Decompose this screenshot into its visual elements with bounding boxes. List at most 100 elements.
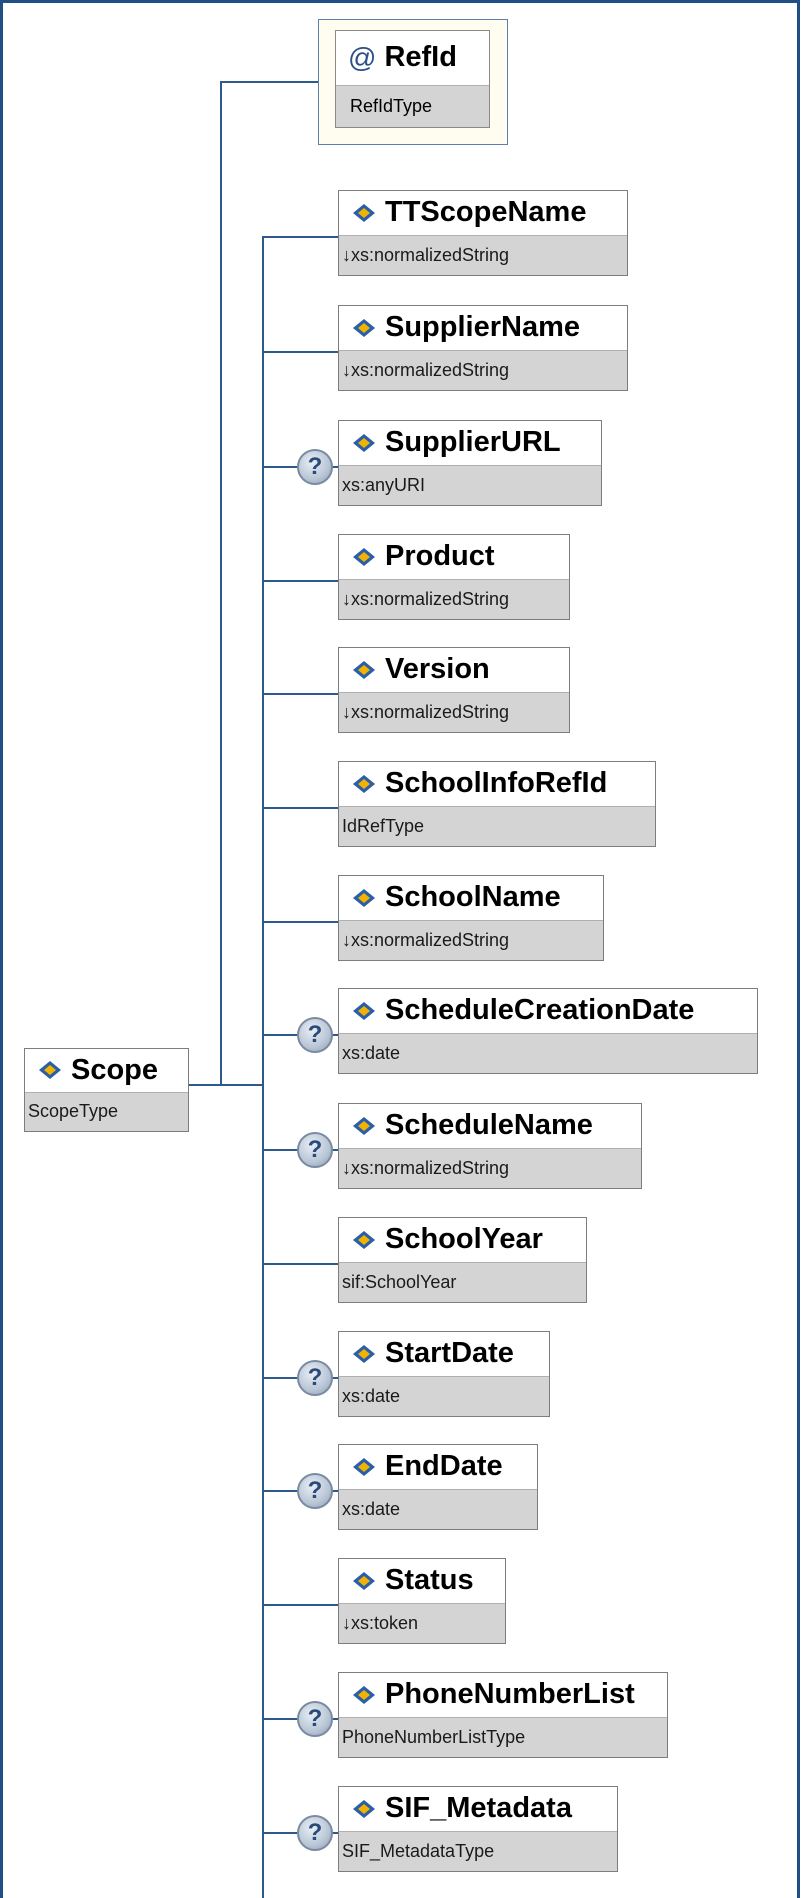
element-name: SupplierName bbox=[385, 311, 580, 344]
element-header: SupplierName bbox=[339, 306, 627, 350]
element-node[interactable]: SupplierURL xs:anyURI bbox=[338, 420, 602, 506]
element-diamond-icon bbox=[353, 1571, 375, 1590]
question-icon: ? bbox=[297, 449, 333, 485]
element-diamond-icon bbox=[353, 1001, 375, 1020]
element-diamond-icon bbox=[353, 203, 375, 222]
element-node[interactable]: Status ↓xs:token bbox=[338, 1558, 506, 1644]
element-node[interactable]: PhoneNumberList PhoneNumberListType bbox=[338, 1672, 668, 1758]
element-diamond-icon bbox=[353, 774, 375, 793]
element-diamond-icon bbox=[353, 318, 375, 337]
connector-first-child bbox=[262, 236, 338, 238]
connector-attr-vertical bbox=[220, 81, 222, 1084]
element-name: SchoolYear bbox=[385, 1223, 543, 1256]
element-type: ↓xs:normalizedString bbox=[339, 234, 627, 275]
element-header: TTScopeName bbox=[339, 191, 627, 235]
element-diamond-icon bbox=[353, 660, 375, 679]
element-name: SIF_Metadata bbox=[385, 1792, 572, 1825]
element-name: PhoneNumberList bbox=[385, 1678, 635, 1711]
root-node-scope[interactable]: Scope ScopeType bbox=[24, 1048, 189, 1132]
element-diamond-icon bbox=[39, 1061, 61, 1080]
connector-child bbox=[262, 1263, 338, 1265]
element-type: PhoneNumberListType bbox=[339, 1716, 667, 1757]
root-type: ScopeType bbox=[25, 1091, 188, 1131]
at-icon: @ bbox=[348, 41, 377, 73]
element-type: ↓xs:token bbox=[339, 1602, 505, 1643]
element-header: StartDate bbox=[339, 1332, 549, 1376]
element-diamond-icon bbox=[353, 1799, 375, 1818]
question-icon: ? bbox=[297, 1815, 333, 1851]
element-node[interactable]: SupplierName ↓xs:normalizedString bbox=[338, 305, 628, 391]
element-header: Version bbox=[339, 648, 569, 692]
element-name: Product bbox=[385, 540, 495, 573]
element-header: ScheduleName bbox=[339, 1104, 641, 1148]
element-name: SchoolInfoRefId bbox=[385, 767, 608, 800]
element-name: SupplierURL bbox=[385, 426, 561, 459]
element-node[interactable]: Product ↓xs:normalizedString bbox=[338, 534, 570, 620]
element-type: ↓xs:normalizedString bbox=[339, 919, 603, 960]
element-type: xs:anyURI bbox=[339, 464, 601, 505]
element-node[interactable]: SIF_Metadata SIF_MetadataType bbox=[338, 1786, 618, 1872]
connector-sequence-vertical bbox=[262, 236, 264, 1898]
element-header: SupplierURL bbox=[339, 421, 601, 465]
element-header: Status bbox=[339, 1559, 505, 1603]
element-name: ScheduleCreationDate bbox=[385, 994, 695, 1027]
element-diamond-icon bbox=[353, 1116, 375, 1135]
connector-child bbox=[262, 693, 338, 695]
attribute-group: @ RefId RefIdType bbox=[318, 19, 508, 145]
element-type: IdRefType bbox=[339, 805, 655, 846]
element-name: TTScopeName bbox=[385, 196, 587, 229]
element-node[interactable]: SchoolName ↓xs:normalizedString bbox=[338, 875, 604, 961]
element-node[interactable]: StartDate xs:date bbox=[338, 1331, 550, 1417]
attribute-type: RefIdType bbox=[336, 84, 489, 127]
connector-attr-horizontal bbox=[220, 81, 318, 83]
element-name: Version bbox=[385, 653, 490, 686]
element-diamond-icon bbox=[353, 433, 375, 452]
connector-root-right bbox=[188, 1084, 262, 1086]
element-diamond-icon bbox=[353, 547, 375, 566]
element-type: ↓xs:normalizedString bbox=[339, 349, 627, 390]
element-type: ↓xs:normalizedString bbox=[339, 578, 569, 619]
element-name: StartDate bbox=[385, 1337, 514, 1370]
element-type: sif:SchoolYear bbox=[339, 1261, 586, 1302]
element-type: ↓xs:normalizedString bbox=[339, 1147, 641, 1188]
element-header: ScheduleCreationDate bbox=[339, 989, 757, 1033]
element-header: Product bbox=[339, 535, 569, 579]
element-diamond-icon bbox=[353, 1457, 375, 1476]
attribute-header: @ RefId bbox=[336, 31, 489, 85]
element-node[interactable]: SchoolYear sif:SchoolYear bbox=[338, 1217, 587, 1303]
element-header: SchoolInfoRefId bbox=[339, 762, 655, 806]
element-diamond-icon bbox=[353, 1344, 375, 1363]
element-header: SchoolYear bbox=[339, 1218, 586, 1262]
question-icon: ? bbox=[297, 1701, 333, 1737]
connector-child bbox=[262, 1604, 338, 1606]
connector-child bbox=[262, 807, 338, 809]
element-diamond-icon bbox=[353, 1685, 375, 1704]
element-node[interactable]: SchoolInfoRefId IdRefType bbox=[338, 761, 656, 847]
element-node[interactable]: TTScopeName ↓xs:normalizedString bbox=[338, 190, 628, 276]
root-name: Scope bbox=[71, 1053, 159, 1086]
element-diamond-icon bbox=[353, 888, 375, 907]
element-name: SchoolName bbox=[385, 881, 561, 914]
element-header: EndDate bbox=[339, 1445, 537, 1489]
attribute-node-refid[interactable]: @ RefId RefIdType bbox=[335, 30, 490, 128]
element-type: xs:date bbox=[339, 1375, 549, 1416]
element-type: ↓xs:normalizedString bbox=[339, 691, 569, 732]
element-node[interactable]: Version ↓xs:normalizedString bbox=[338, 647, 570, 733]
connector-child bbox=[262, 580, 338, 582]
element-name: EndDate bbox=[385, 1450, 503, 1483]
element-type: SIF_MetadataType bbox=[339, 1830, 617, 1871]
question-icon: ? bbox=[297, 1473, 333, 1509]
question-icon: ? bbox=[297, 1017, 333, 1053]
element-header: SIF_Metadata bbox=[339, 1787, 617, 1831]
connector-child bbox=[262, 351, 338, 353]
root-header: Scope bbox=[25, 1049, 188, 1092]
question-icon: ? bbox=[297, 1360, 333, 1396]
element-name: ScheduleName bbox=[385, 1109, 593, 1142]
question-icon: ? bbox=[297, 1132, 333, 1168]
element-name: Status bbox=[385, 1564, 474, 1597]
element-node[interactable]: ScheduleCreationDate xs:date bbox=[338, 988, 758, 1074]
element-node[interactable]: EndDate xs:date bbox=[338, 1444, 538, 1530]
element-node[interactable]: ScheduleName ↓xs:normalizedString bbox=[338, 1103, 642, 1189]
element-type: xs:date bbox=[339, 1488, 537, 1529]
element-header: PhoneNumberList bbox=[339, 1673, 667, 1717]
